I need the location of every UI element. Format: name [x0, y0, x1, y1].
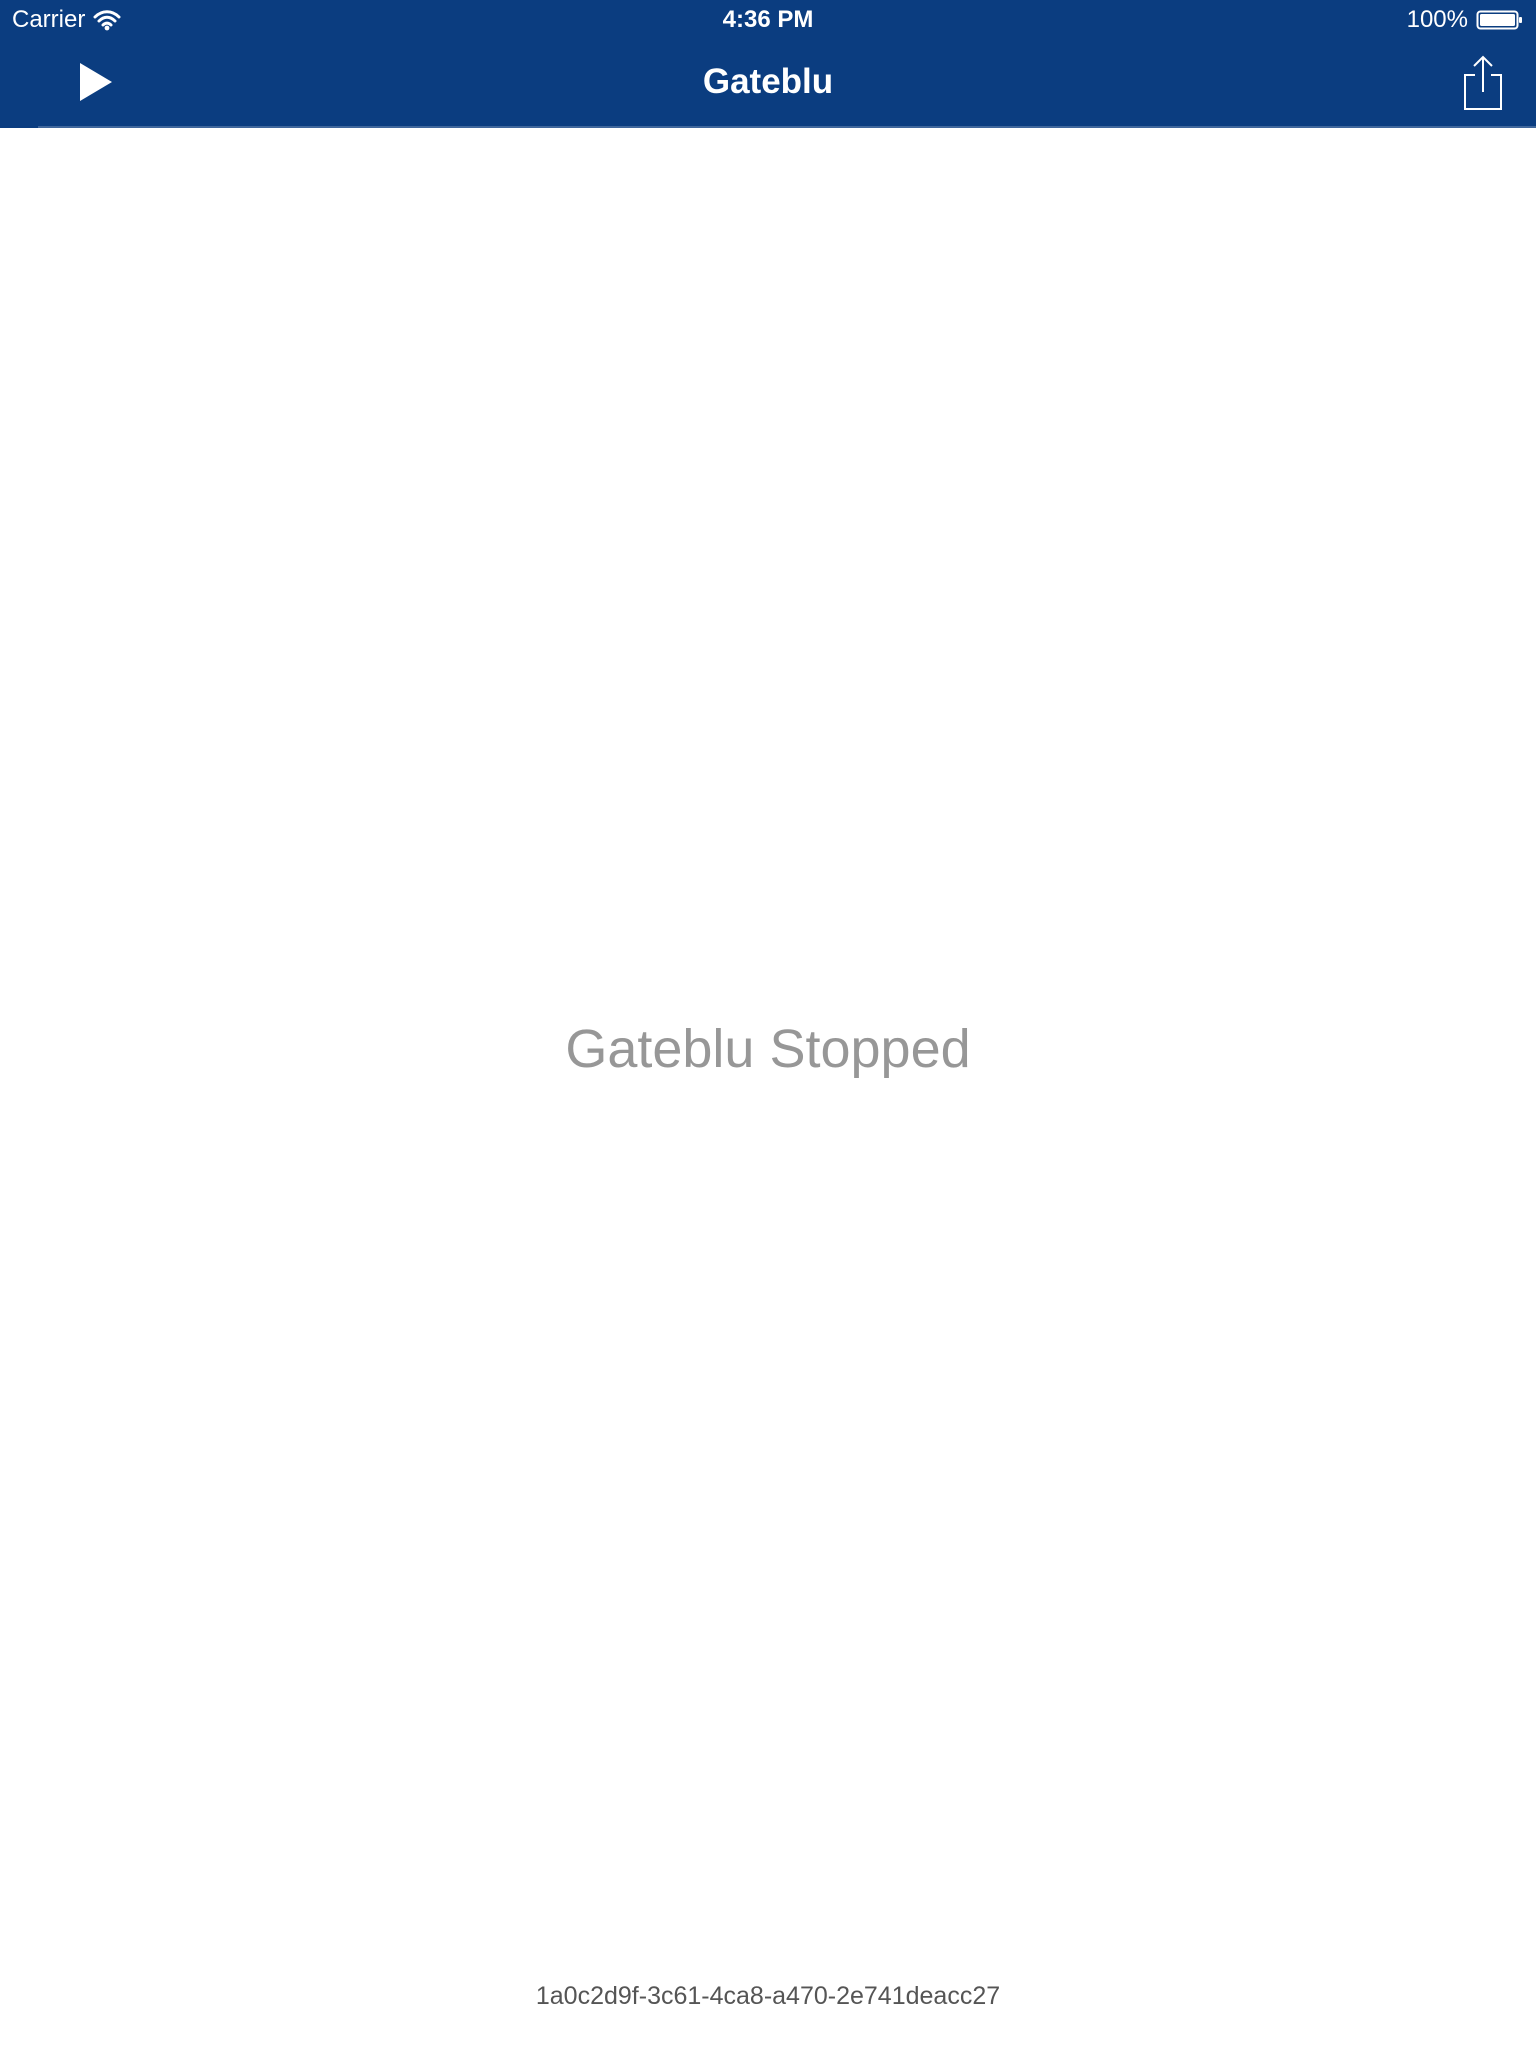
device-id: 1a0c2d9f-3c61-4ca8-a470-2e741deacc27 — [535, 1982, 1001, 2010]
status-bar: Carrier 4:36 PM 100% — [0, 0, 1536, 40]
main-content: Gateblu Stopped 1a0c2d9f-3c61-4ca8-a470-… — [0, 128, 1536, 2048]
status-time: 4:36 PM — [722, 6, 814, 33]
navigation-bar: Gateblu — [0, 40, 1536, 128]
wifi-icon — [93, 10, 121, 31]
carrier-label: Carrier — [12, 6, 86, 33]
battery-icon — [1476, 10, 1522, 30]
play-button[interactable] — [68, 60, 124, 104]
top-chrome: Carrier 4:36 PM 100% Gateblu — [0, 0, 1536, 128]
carrier-status: Carrier — [12, 6, 121, 34]
gateblu-screen: Carrier 4:36 PM 100% Gateblu Gateblu Sto… — [0, 0, 1536, 2048]
page-title: Gateblu — [702, 62, 834, 101]
share-icon — [1464, 55, 1502, 110]
share-button[interactable] — [1456, 52, 1510, 114]
battery-status: 100% — [1407, 6, 1524, 34]
play-icon — [80, 63, 112, 101]
battery-percent: 100% — [1406, 6, 1468, 33]
gateblu-status-message: Gateblu Stopped — [565, 1019, 971, 1079]
